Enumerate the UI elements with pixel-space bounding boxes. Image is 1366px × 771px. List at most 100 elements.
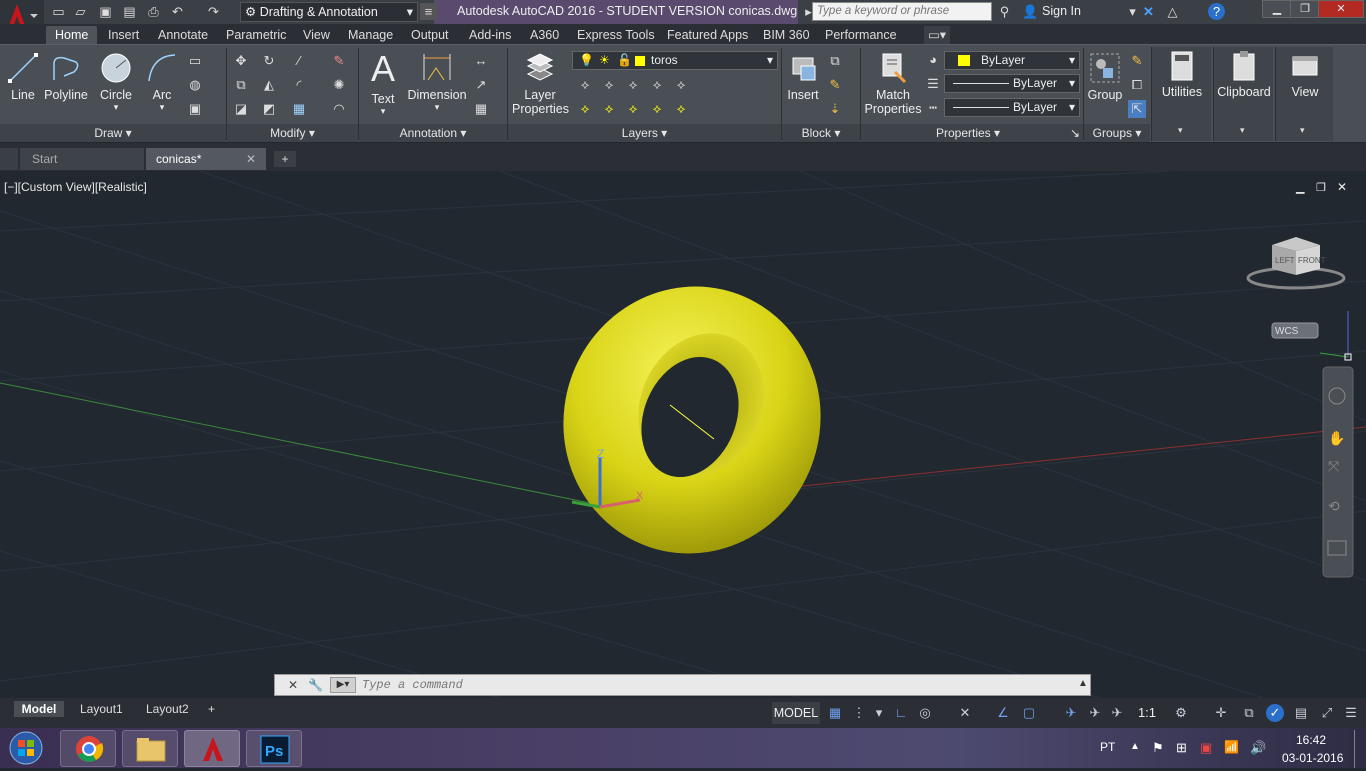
- exchange-apps-icon[interactable]: ✕: [1140, 3, 1157, 20]
- linear-dimension-icon[interactable]: ↔: [472, 52, 490, 70]
- match-properties-button[interactable]: Match Properties: [864, 52, 922, 116]
- tab-layout1[interactable]: Layout1: [80, 701, 123, 717]
- viewport-minimize-icon[interactable]: ▁: [1296, 181, 1304, 194]
- arc-button[interactable]: Arc ▾: [144, 52, 180, 113]
- full-screen-icon[interactable]: ⤢: [1318, 704, 1336, 722]
- offset-icon[interactable]: ◠: [330, 100, 348, 118]
- tab-manage[interactable]: Manage: [348, 26, 393, 44]
- tab-annotate[interactable]: Annotate: [158, 26, 208, 44]
- annotation-scale-icon[interactable]: ✈: [1108, 704, 1126, 722]
- fillet-icon[interactable]: ◜: [290, 76, 308, 94]
- osnap-icon[interactable]: ✕: [956, 704, 974, 722]
- binoculars-icon[interactable]: ⚲: [996, 3, 1013, 20]
- close-tab-icon[interactable]: ✕: [246, 148, 256, 170]
- redo-icon[interactable]: ↷: [205, 3, 222, 20]
- table-icon[interactable]: ▦: [472, 100, 490, 118]
- modify-panel-label[interactable]: Modify ▾: [227, 126, 358, 141]
- undo-icon[interactable]: ↶: [169, 3, 186, 20]
- polyline-button[interactable]: Polyline: [44, 52, 88, 102]
- isolate-icon[interactable]: ⧉: [1240, 704, 1258, 722]
- taskbar-photoshop[interactable]: Ps: [246, 730, 302, 767]
- rectangle-icon[interactable]: ▭: [186, 52, 204, 70]
- viewport-canvas[interactable]: Z X LEFT FRONT WCS ✋ ⤧ ⟲: [0, 171, 1366, 698]
- linetype-select[interactable]: ByLayer ▾: [944, 74, 1080, 93]
- layer-thaw-icon[interactable]: ⟡: [648, 100, 666, 118]
- plus-icon[interactable]: ✛: [1212, 704, 1230, 722]
- layers-panel-label[interactable]: Layers ▾: [508, 126, 781, 141]
- group-button[interactable]: Group: [1086, 52, 1124, 102]
- lineweight-icon[interactable]: ☰: [924, 75, 942, 93]
- clean-screen-icon[interactable]: ▤: [1292, 704, 1310, 722]
- lineweight-toggle-icon[interactable]: ∠: [994, 704, 1012, 722]
- maximize-button[interactable]: ❐: [1290, 0, 1320, 18]
- start-button[interactable]: [6, 730, 46, 766]
- taskbar-chrome[interactable]: [60, 730, 116, 767]
- recent-commands-icon[interactable]: ▶▾: [330, 677, 356, 693]
- model-space-button[interactable]: MODEL: [772, 702, 820, 724]
- group-selection-icon[interactable]: ⇱: [1128, 100, 1146, 118]
- drawing-viewport[interactable]: Z X LEFT FRONT WCS ✋ ⤧ ⟲: [0, 171, 1366, 698]
- utilities-panel[interactable]: Utilities ▾: [1151, 47, 1211, 141]
- mirror-icon[interactable]: ◭: [260, 76, 278, 94]
- tab-performance[interactable]: Performance: [825, 26, 897, 44]
- file-tab-menu[interactable]: [0, 148, 18, 170]
- color-select[interactable]: ByLayer ▾: [944, 51, 1080, 70]
- stretch-icon[interactable]: ◪: [232, 100, 250, 118]
- linetype-icon[interactable]: ┅: [924, 99, 942, 117]
- trim-icon[interactable]: ⁄: [290, 52, 308, 70]
- properties-dialog-launcher-icon[interactable]: ↘: [1070, 126, 1080, 141]
- layer-isolate-icon[interactable]: ⟡: [600, 76, 618, 94]
- network-alert-icon[interactable]: ▣: [1200, 740, 1212, 756]
- clock-date[interactable]: 03-01-2016: [1282, 751, 1343, 765]
- open-file-icon[interactable]: ▱: [72, 3, 89, 20]
- minimize-button[interactable]: ▁: [1262, 0, 1292, 18]
- ribbon-options-icon[interactable]: ▭▾: [924, 26, 951, 44]
- layer-match-icon[interactable]: ⟡: [600, 100, 618, 118]
- viewport-restore-icon[interactable]: ❐: [1316, 181, 1326, 194]
- group-edit-icon[interactable]: ⧠: [1128, 76, 1146, 94]
- layer-state-icon[interactable]: ⟡: [576, 76, 594, 94]
- chevron-down-icon[interactable]: ▾: [870, 704, 888, 722]
- hardware-acceleration-icon[interactable]: ✓: [1266, 704, 1284, 722]
- search-input[interactable]: Type a keyword or phrase: [812, 2, 992, 21]
- layer-properties-button[interactable]: Layer Properties: [512, 52, 569, 116]
- hatch-icon[interactable]: ◍: [186, 76, 204, 94]
- edit-block-icon[interactable]: ✎: [826, 76, 844, 94]
- new-tab-button[interactable]: +: [274, 151, 296, 167]
- region-icon[interactable]: ▣: [186, 100, 204, 118]
- scale-select[interactable]: 1:1: [1132, 704, 1162, 722]
- navigation-bar[interactable]: ✋ ⤧ ⟲: [1322, 366, 1354, 578]
- command-history-icon[interactable]: ▲: [1078, 678, 1088, 689]
- save-icon[interactable]: ▣: [97, 3, 114, 20]
- groups-panel-label[interactable]: Groups ▾: [1084, 126, 1150, 141]
- new-layout-button[interactable]: +: [208, 701, 215, 717]
- show-desktop-button[interactable]: [1354, 730, 1366, 768]
- tab-add-ins[interactable]: Add-ins: [469, 26, 511, 44]
- print-icon[interactable]: ⎙: [145, 3, 162, 20]
- viewport-close-icon[interactable]: ✕: [1337, 180, 1347, 194]
- edit-attributes-icon[interactable]: ⇣: [826, 100, 844, 118]
- tab-start[interactable]: Start: [20, 148, 144, 170]
- polar-icon[interactable]: ◎: [916, 704, 934, 722]
- create-block-icon[interactable]: ⧉: [826, 52, 844, 70]
- layer-unlock-icon[interactable]: ⟡: [672, 100, 690, 118]
- layer-lock-icon[interactable]: ⟡: [672, 76, 690, 94]
- taskbar-explorer[interactable]: [122, 730, 178, 767]
- view-panel[interactable]: View ▾: [1275, 47, 1333, 141]
- flag-icon[interactable]: ⚑: [1152, 740, 1164, 756]
- tab-layout2[interactable]: Layout2: [146, 701, 189, 717]
- tab-featured-apps[interactable]: Featured Apps: [667, 26, 748, 44]
- move-icon[interactable]: ✥: [232, 52, 250, 70]
- rotate-icon[interactable]: ↻: [260, 52, 278, 70]
- annotation-visibility-icon[interactable]: ✈: [1062, 704, 1080, 722]
- volume-icon[interactable]: 🔊: [1250, 740, 1266, 756]
- save-as-icon[interactable]: ▤: [121, 3, 138, 20]
- grid-icon[interactable]: ▦: [826, 704, 844, 722]
- layer-unisolate-icon[interactable]: ⟡: [624, 100, 642, 118]
- lineweight-select[interactable]: ByLayer ▾: [944, 98, 1080, 117]
- help-icon[interactable]: ?: [1208, 3, 1225, 20]
- array-icon[interactable]: ▦: [290, 100, 308, 118]
- tab-conicas[interactable]: conicas* ✕: [146, 148, 266, 170]
- insert-button[interactable]: Insert: [784, 52, 822, 102]
- a360-icon[interactable]: △: [1164, 3, 1181, 20]
